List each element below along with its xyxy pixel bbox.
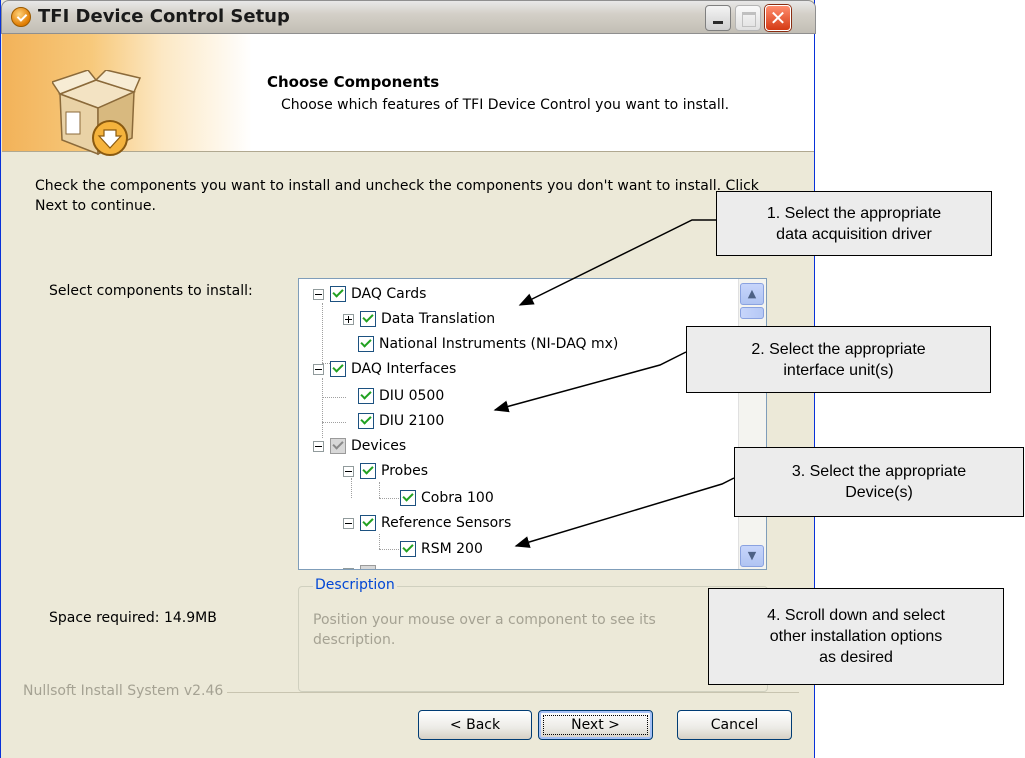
next-button[interactable]: Next > bbox=[538, 710, 653, 740]
focus-ring bbox=[543, 715, 648, 735]
tree-item-devices[interactable]: Devices bbox=[313, 434, 406, 458]
minimize-button[interactable] bbox=[705, 5, 731, 31]
checkbox-checked-icon[interactable] bbox=[358, 336, 374, 352]
callout-line: Device(s) bbox=[845, 484, 913, 501]
checkbox-partial-icon[interactable] bbox=[360, 565, 376, 569]
tree-item-daq-cards[interactable]: DAQ Cards bbox=[313, 282, 426, 306]
tree-connector bbox=[322, 378, 323, 438]
tree-connector bbox=[379, 482, 380, 498]
tree-item-label: DAQ Cards bbox=[351, 286, 427, 302]
page-title: Choose Components bbox=[267, 73, 440, 91]
tree-item-label: Probes bbox=[381, 463, 429, 479]
collapse-icon[interactable] bbox=[313, 288, 324, 300]
tree-item-label: National Instruments (NI-DAQ mx) bbox=[379, 336, 619, 352]
callout-line: interface unit(s) bbox=[783, 361, 894, 379]
tree-item-label: Data Translation bbox=[381, 311, 496, 327]
callout-line: as desired bbox=[819, 649, 893, 666]
checkbox-checked-icon[interactable] bbox=[400, 490, 416, 506]
tree-item-label: RSM 200 bbox=[421, 541, 483, 557]
description-legend: Description bbox=[313, 577, 397, 593]
tree-connector bbox=[379, 549, 399, 550]
tree-item-partial-next[interactable] bbox=[343, 561, 381, 569]
page-header bbox=[2, 34, 814, 156]
tree-item-label: Reference Sensors bbox=[381, 515, 512, 531]
tree-item-label: Devices bbox=[351, 438, 407, 454]
tree-item-label: DAQ Interfaces bbox=[351, 361, 457, 377]
maximize-button[interactable] bbox=[735, 5, 761, 31]
nsis-branding: Nullsoft Install System v2.46 bbox=[23, 683, 228, 699]
tree-scrollbar[interactable]: ▲ ▼ bbox=[738, 279, 766, 569]
callout-2: 2. Select the appropriate interface unit… bbox=[686, 326, 991, 393]
space-required-label: Space required: 14.9MB bbox=[49, 610, 217, 626]
callout-line: other installation options bbox=[769, 628, 943, 645]
tree-item-data-translation[interactable]: Data Translation bbox=[343, 307, 495, 331]
tree-connector bbox=[322, 397, 346, 398]
collapse-icon[interactable] bbox=[313, 440, 324, 452]
scroll-up-icon[interactable]: ▲ bbox=[740, 283, 764, 305]
scroll-thumb[interactable] bbox=[740, 307, 764, 319]
package-install-icon bbox=[52, 70, 142, 156]
expand-icon[interactable] bbox=[343, 313, 354, 325]
callout-4: 4. Scroll down and select other installa… bbox=[708, 588, 1004, 685]
tree-connector bbox=[379, 534, 380, 549]
collapse-icon[interactable] bbox=[313, 363, 324, 375]
checkbox-checked-icon[interactable] bbox=[360, 311, 376, 327]
checkbox-checked-icon[interactable] bbox=[330, 361, 346, 377]
window-title: TFI Device Control Setup bbox=[38, 6, 290, 27]
tree-item-label: DIU 2100 bbox=[379, 413, 445, 429]
tree-item-diu-0500[interactable]: DIU 0500 bbox=[358, 384, 444, 408]
tree-item-daq-interfaces[interactable]: DAQ Interfaces bbox=[313, 357, 456, 381]
callout-3: 3. Select the appropriate Device(s) bbox=[734, 447, 1024, 517]
back-button[interactable]: < Back bbox=[418, 710, 532, 740]
cancel-button[interactable]: Cancel bbox=[677, 710, 792, 740]
checkbox-partial-icon[interactable] bbox=[330, 438, 346, 454]
checkbox-checked-icon[interactable] bbox=[358, 413, 374, 429]
installer-app-icon bbox=[11, 7, 31, 27]
callout-line: 2. Select the appropriate bbox=[751, 340, 926, 358]
callout-line: 3. Select the appropriate bbox=[791, 463, 967, 480]
callout-1: 1. Select the appropriate data acquisiti… bbox=[716, 191, 992, 256]
scroll-down-icon[interactable]: ▼ bbox=[740, 545, 764, 567]
tree-item-label: Cobra 100 bbox=[421, 490, 494, 506]
tree-connector bbox=[379, 498, 399, 499]
callout-line: data acquisition driver bbox=[776, 225, 932, 243]
title-bar[interactable]: TFI Device Control Setup ✕ bbox=[1, 0, 816, 34]
description-text: Position your mouse over a component to … bbox=[313, 612, 656, 648]
tree-connector bbox=[322, 422, 346, 423]
tree-item-label: DIU 0500 bbox=[379, 388, 445, 404]
tree-item-rsm-200[interactable]: RSM 200 bbox=[400, 537, 483, 561]
close-button[interactable]: ✕ bbox=[765, 5, 791, 31]
checkbox-checked-icon[interactable] bbox=[330, 286, 346, 302]
checkbox-checked-icon[interactable] bbox=[358, 388, 374, 404]
page-subtitle: Choose which features of TFI Device Cont… bbox=[281, 97, 730, 113]
tree-item-national-instruments[interactable]: National Instruments (NI-DAQ mx) bbox=[358, 332, 618, 356]
callout-line: 4. Scroll down and select bbox=[767, 607, 945, 624]
collapse-icon[interactable] bbox=[343, 517, 354, 529]
checkbox-checked-icon[interactable] bbox=[400, 541, 416, 557]
instructions-text: Check the components you want to install… bbox=[35, 178, 759, 214]
tree-item-diu-2100[interactable]: DIU 2100 bbox=[358, 409, 444, 433]
tree-item-reference-sensors[interactable]: Reference Sensors bbox=[343, 511, 511, 535]
callout-line: 1. Select the appropriate bbox=[766, 204, 942, 222]
checkbox-checked-icon[interactable] bbox=[360, 515, 376, 531]
tree-connector bbox=[322, 303, 323, 363]
collapse-icon[interactable] bbox=[343, 567, 354, 569]
checkbox-checked-icon[interactable] bbox=[360, 463, 376, 479]
tree-item-probes[interactable]: Probes bbox=[343, 459, 428, 483]
select-components-label: Select components to install: bbox=[49, 283, 253, 299]
collapse-icon[interactable] bbox=[343, 465, 354, 477]
tree-item-cobra-100[interactable]: Cobra 100 bbox=[400, 486, 494, 510]
components-tree[interactable]: DAQ Cards Data Translation National Inst… bbox=[298, 278, 767, 570]
